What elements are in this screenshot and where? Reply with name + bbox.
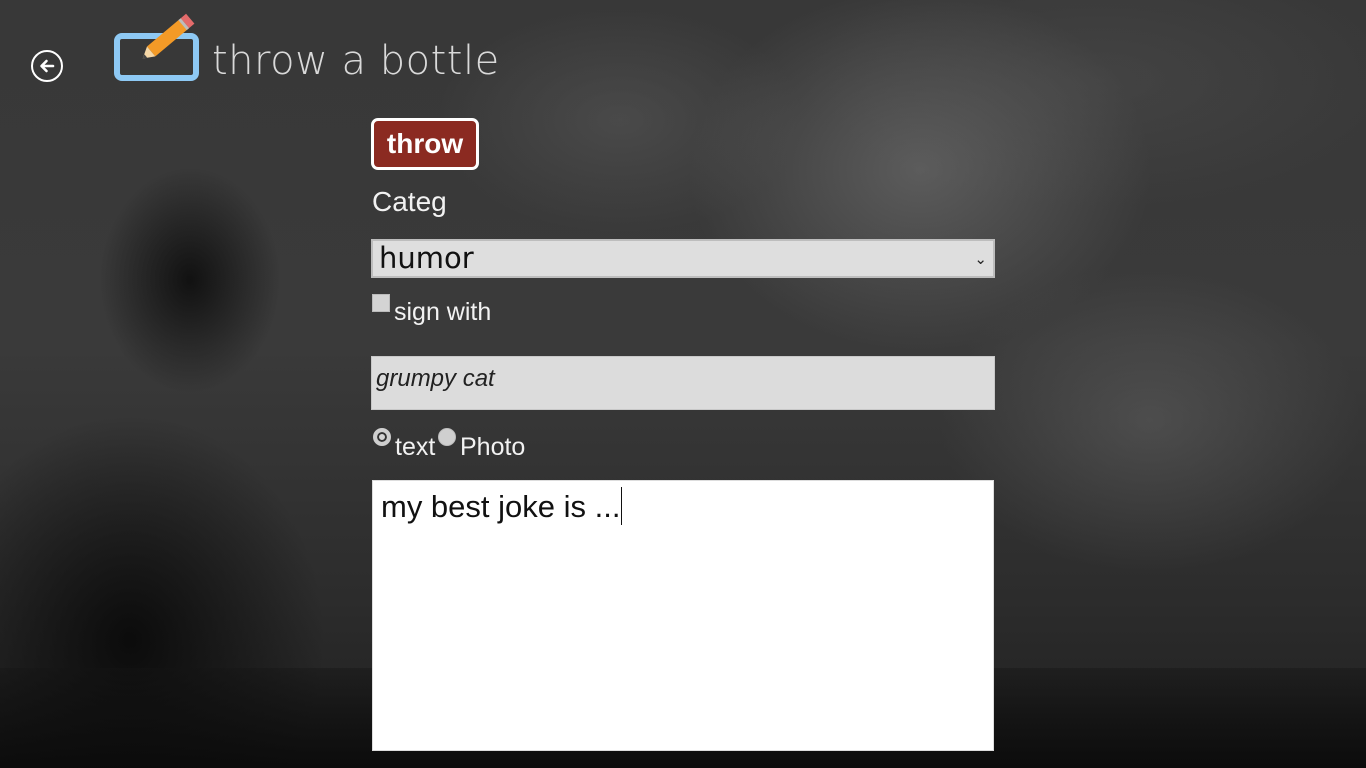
throw-button[interactable]: throw (371, 118, 479, 170)
category-select[interactable]: humor ⌄ (371, 239, 995, 278)
photo-radio-label: Photo (460, 433, 526, 461)
text-radio[interactable] (373, 428, 391, 446)
app-screen: throw a bottle throw Categ humor ⌄ sign … (0, 0, 1366, 768)
page-title: throw a bottle (212, 38, 500, 84)
sign-with-label: sign with (394, 298, 492, 326)
back-button[interactable] (31, 50, 63, 82)
text-caret (621, 487, 623, 525)
message-textarea[interactable]: my best joke is ... (372, 480, 994, 751)
message-text: my best joke is ... (381, 489, 621, 524)
signature-input[interactable]: grumpy cat (371, 356, 995, 410)
pencil-on-slate-icon (114, 13, 199, 81)
category-label: Categ (372, 186, 447, 217)
sign-with-checkbox[interactable] (372, 294, 390, 312)
chevron-down-icon: ⌄ (974, 250, 987, 268)
photo-radio[interactable] (438, 428, 456, 446)
back-arrow-icon (40, 59, 55, 73)
text-radio-label: text (395, 433, 436, 461)
category-selected-value: humor (379, 241, 474, 275)
